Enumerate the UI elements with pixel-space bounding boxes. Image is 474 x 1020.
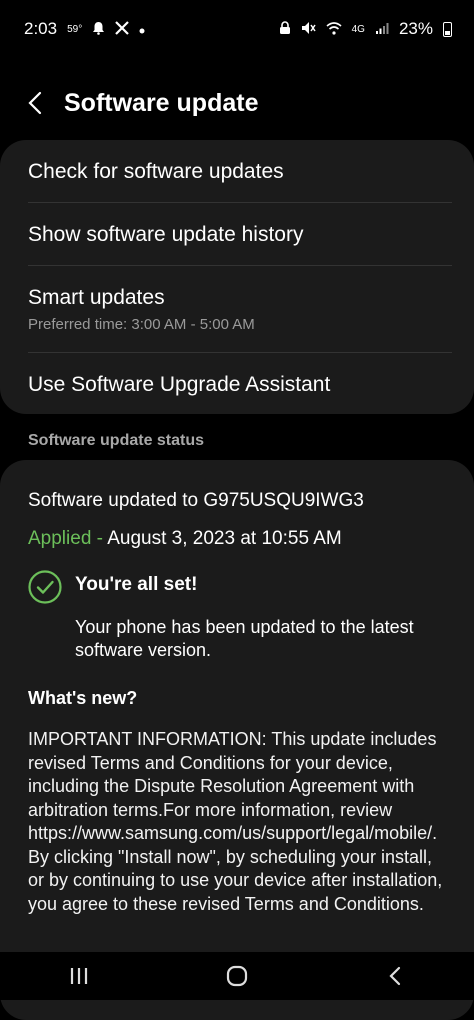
back-button[interactable] (18, 86, 52, 120)
applied-label: Applied - (28, 528, 108, 549)
release-notes-text: IMPORTANT INFORMATION: This update inclu… (28, 729, 443, 914)
all-set-description: Your phone has been updated to the lates… (75, 617, 414, 660)
battery-icon (443, 21, 452, 37)
menu-item-label: Smart updates (28, 285, 165, 309)
chevron-left-icon (28, 91, 42, 115)
wifi-icon (326, 21, 342, 37)
app-header: Software update (0, 75, 474, 131)
update-options-card: Check for software updates Show software… (0, 140, 474, 414)
battery-percent: 23% (398, 19, 433, 38)
page-title: Software update (64, 88, 259, 117)
home-button[interactable] (207, 956, 267, 996)
bell-icon (92, 21, 105, 37)
mute-icon (301, 21, 316, 37)
status-bar: 2:03 59° 4G 23% (0, 0, 474, 58)
lock-icon (279, 21, 291, 37)
menu-item-label: Show software update history (28, 222, 304, 246)
upgrade-assistant-item[interactable]: Use Software Upgrade Assistant (28, 353, 452, 416)
menu-item-label: Check for software updates (28, 159, 284, 183)
network-type: 4G (351, 23, 365, 35)
update-status-card: Software updated to G975USQU9IWG3 Applie… (0, 460, 474, 1020)
check-circle-icon (28, 570, 62, 604)
system-nav-bar (0, 952, 474, 1000)
menu-item-label: Use Software Upgrade Assistant (28, 372, 331, 396)
recents-button[interactable] (49, 956, 109, 996)
status-time: 2:03 (24, 19, 58, 38)
x-app-icon (115, 21, 129, 37)
applied-date: August 3, 2023 at 10:55 AM (107, 528, 342, 549)
smart-updates-item[interactable]: Smart updates Preferred time: 3:00 AM - … (28, 266, 452, 352)
all-set-title: You're all set! (75, 574, 198, 595)
status-temperature: 59° (67, 23, 83, 35)
nav-back-button[interactable] (365, 956, 425, 996)
applied-line: Applied - August 3, 2023 at 10:55 AM (28, 528, 452, 550)
update-history-item[interactable]: Show software update history (28, 203, 452, 266)
signal-icon (375, 22, 389, 37)
recents-icon (70, 968, 88, 984)
updated-version-text: Software updated to G975USQU9IWG3 (28, 490, 364, 511)
back-icon (389, 966, 401, 986)
smart-updates-preferred-time: Preferred time: 3:00 AM - 5:00 AM (28, 315, 255, 333)
status-right: 4G 23% (279, 19, 452, 39)
section-label-update-status: Software update status (28, 432, 205, 449)
home-icon (226, 965, 248, 987)
dot-icon (139, 22, 145, 36)
whats-new-title: What's new? (28, 688, 138, 708)
check-for-updates-item[interactable]: Check for software updates (28, 140, 452, 203)
status-left: 2:03 59° (24, 19, 145, 39)
